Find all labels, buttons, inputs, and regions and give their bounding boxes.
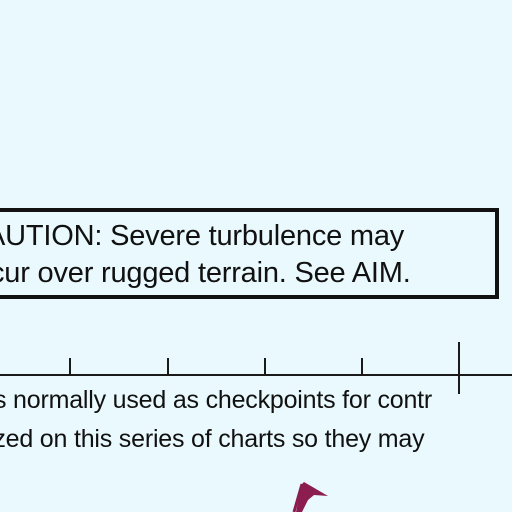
chart-canvas: AUTION: Severe turbulence may cur over r… (0, 0, 512, 512)
scale-tick (69, 358, 71, 375)
scale-tick (361, 358, 363, 375)
visual-checkpoint-flag-icon (292, 482, 328, 512)
note-text-line-2: ized on this series of charts so they ma… (0, 425, 425, 453)
scale-tick (167, 358, 169, 375)
caution-text-line-1: AUTION: Severe turbulence may (0, 220, 405, 252)
scale-tick-major (458, 342, 460, 394)
scale-bar (0, 374, 512, 376)
scale-tick (264, 358, 266, 375)
note-text-line-1: s normally used as checkpoints for contr (0, 386, 433, 414)
caution-text-line-2: cur over rugged terrain. See AIM. (0, 257, 411, 289)
